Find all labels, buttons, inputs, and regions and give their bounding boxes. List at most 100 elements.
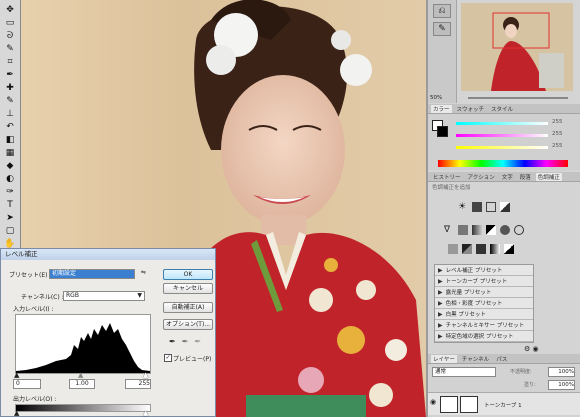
path-select-icon[interactable]: ➤: [3, 212, 17, 224]
adjustments-panel-tab[interactable]: 文字: [500, 173, 515, 181]
clone-stamp-icon[interactable]: ⊥: [3, 108, 17, 120]
layers-panel-tab[interactable]: レイヤー: [431, 354, 457, 363]
visibility-eye-icon[interactable]: ◉: [430, 398, 438, 408]
ok-button[interactable]: OK: [163, 269, 213, 280]
eyedropper-icon[interactable]: ✒: [3, 69, 17, 81]
input-gamma-slider[interactable]: ▲: [78, 371, 83, 379]
color-value-1[interactable]: 255: [552, 119, 563, 125]
gradient-icon[interactable]: ▦: [3, 147, 17, 159]
opacity-field[interactable]: 100%: [548, 367, 575, 377]
preset-list-item[interactable]: ▶ 特定色域の選択 プリセット: [435, 331, 533, 342]
crop-icon[interactable]: ⌗: [3, 56, 17, 68]
input-black-slider[interactable]: ▲: [14, 371, 19, 379]
auto-button[interactable]: 自動補正(A): [163, 302, 213, 313]
dialog-title[interactable]: レベル補正: [1, 249, 215, 260]
fill-field[interactable]: 100%: [548, 380, 575, 390]
history-brush-icon[interactable]: ↶: [3, 121, 17, 133]
white-eyedropper-icon[interactable]: ✒: [194, 337, 201, 346]
color-slider-1[interactable]: [456, 122, 548, 125]
preset-list-item[interactable]: ▶ レベル補正 プリセット: [435, 265, 533, 276]
input-black-field[interactable]: 0: [13, 379, 41, 389]
selective-color-icon[interactable]: [504, 244, 514, 254]
adjustments-panel-tab[interactable]: 色調補正: [535, 172, 562, 181]
preset-list-item[interactable]: ▶ チャンネルミキサー プリセット: [435, 320, 533, 331]
output-white-slider[interactable]: ▲: [143, 409, 148, 417]
healing-icon[interactable]: ✚: [3, 82, 17, 94]
output-black-slider[interactable]: ▲: [14, 409, 19, 417]
exposure-icon[interactable]: [500, 202, 510, 212]
vibrance-icon[interactable]: ∇: [444, 225, 454, 235]
posterize-icon[interactable]: [462, 244, 472, 254]
color-value-3[interactable]: 255: [552, 143, 563, 149]
expand-triangle-icon[interactable]: ▶: [438, 278, 443, 285]
layers-panel-tab[interactable]: パス: [494, 355, 509, 363]
input-white-slider[interactable]: ▲: [143, 371, 148, 379]
threshold-icon[interactable]: [476, 244, 486, 254]
marquee-icon[interactable]: ▭: [3, 17, 17, 29]
channel-mixer-icon[interactable]: [514, 225, 524, 235]
expand-triangle-icon[interactable]: ▶: [438, 311, 443, 318]
preview-checkbox[interactable]: ✓: [164, 354, 172, 362]
expand-triangle-icon[interactable]: ▶: [438, 267, 443, 274]
brush-icon[interactable]: ✎: [3, 95, 17, 107]
pen-icon[interactable]: ✑: [3, 186, 17, 198]
color-slider-3[interactable]: [456, 146, 548, 149]
adjustments-panel-tab[interactable]: アクション: [466, 173, 497, 181]
layer-row[interactable]: ◉ トーンカーブ 1: [428, 392, 580, 415]
color-balance-icon[interactable]: [472, 225, 482, 235]
color-panel-tab[interactable]: カラー: [431, 104, 452, 113]
color-value-2[interactable]: 255: [552, 131, 563, 137]
curves-icon[interactable]: [486, 202, 496, 212]
expand-triangle-icon[interactable]: ▶: [438, 333, 443, 340]
options-button[interactable]: オプション(T)...: [163, 319, 213, 330]
lasso-icon[interactable]: ᘐ: [3, 30, 17, 42]
blur-icon[interactable]: ◆: [3, 160, 17, 172]
type-icon[interactable]: T: [3, 199, 17, 211]
hue-saturation-icon[interactable]: [458, 225, 468, 235]
history-icon[interactable]: ⎌: [433, 4, 451, 18]
brush-presets-icon[interactable]: ✎: [433, 22, 451, 36]
background-color-swatch[interactable]: [437, 126, 448, 137]
brightness-icon[interactable]: ☀: [458, 202, 468, 212]
adjustment-layer-thumbnail[interactable]: [440, 396, 458, 413]
black-white-icon[interactable]: [486, 225, 496, 235]
color-spectrum-bar[interactable]: [438, 160, 568, 167]
eraser-icon[interactable]: ◧: [3, 134, 17, 146]
blend-mode-select[interactable]: 通常: [432, 367, 496, 377]
black-eyedropper-icon[interactable]: ✒: [169, 337, 176, 346]
preset-label: チャンネルミキサー プリセット: [445, 323, 525, 329]
layers-panel-tab[interactable]: チャンネル: [460, 355, 491, 363]
invert-icon[interactable]: [448, 244, 458, 254]
quick-select-icon[interactable]: ✎: [3, 43, 17, 55]
adjustments-panel-tab[interactable]: ヒストリー: [431, 173, 463, 181]
expand-triangle-icon[interactable]: ▶: [438, 289, 443, 296]
channel-select[interactable]: RGB ▼: [63, 291, 145, 301]
zoom-slider[interactable]: [468, 97, 568, 99]
gray-eyedropper-icon[interactable]: ✒: [182, 337, 189, 346]
layer-name[interactable]: トーンカーブ 1: [484, 401, 522, 409]
input-gamma-field[interactable]: 1.00: [69, 379, 95, 389]
color-slider-2[interactable]: [456, 134, 548, 137]
preset-list-item[interactable]: ▶ 白黒 プリセット: [435, 309, 533, 320]
preset-list-item[interactable]: ▶ 露光量 プリセット: [435, 287, 533, 298]
levels-icon[interactable]: [472, 202, 482, 212]
eyedropper-buttons: ✒ ✒ ✒: [169, 337, 201, 346]
expand-triangle-icon[interactable]: ▶: [438, 300, 443, 307]
color-panel-tab[interactable]: スウォッチ: [455, 105, 487, 113]
preset-menu-icon[interactable]: ⇋: [141, 269, 146, 276]
input-white-field[interactable]: 255: [125, 379, 151, 389]
move-icon[interactable]: ✥: [3, 4, 17, 16]
adjustments-panel-tab[interactable]: 段落: [518, 173, 533, 181]
preset-list-item[interactable]: ▶ トーンカーブ プリセット: [435, 276, 533, 287]
color-panel-tab[interactable]: スタイル: [489, 105, 515, 113]
preset-select[interactable]: 初期設定: [49, 269, 135, 279]
cancel-button[interactable]: キャンセル: [163, 283, 213, 294]
navigator-thumbnail[interactable]: [461, 3, 573, 91]
expand-triangle-icon[interactable]: ▶: [438, 322, 443, 329]
gradient-map-icon[interactable]: [490, 244, 500, 254]
dodge-icon[interactable]: ◐: [3, 173, 17, 185]
preset-list-item[interactable]: ▶ 色相・彩度 プリセット: [435, 298, 533, 309]
photo-filter-icon[interactable]: [500, 225, 510, 235]
shape-icon[interactable]: ▢: [3, 225, 17, 237]
layer-mask-thumbnail[interactable]: [460, 396, 478, 413]
